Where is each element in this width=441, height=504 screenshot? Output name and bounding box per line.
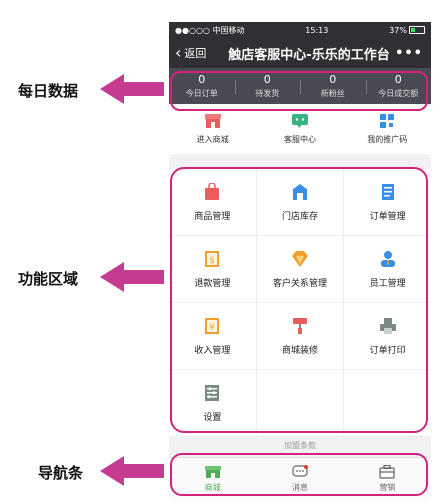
page-title: 触店客服中心-乐乐的工作台 <box>228 47 390 63</box>
annotation-daily-data-label: 每日数据 <box>18 82 79 100</box>
annotation-arrow <box>100 74 164 104</box>
back-button[interactable]: ‹ 返回 <box>175 45 206 61</box>
quick-link-store[interactable]: 进入商城 <box>169 104 256 154</box>
function-area-highlight <box>170 167 428 433</box>
annotation-arrow <box>100 262 164 292</box>
battery-label: 37% <box>389 25 407 35</box>
daily-data-highlight <box>170 71 428 111</box>
title-bar: ‹ 返回 触店客服中心-乐乐的工作台 ••• <box>169 38 431 68</box>
carrier-label: ●●○○○ 中国移动 <box>175 25 245 35</box>
status-bar: ●●○○○ 中国移动 15:13 37% <box>169 22 431 38</box>
more-menu-button[interactable]: ••• <box>395 46 423 61</box>
store-icon <box>204 114 221 128</box>
annotation-nav-bar-label: 导航条 <box>38 464 84 482</box>
qr-code-icon <box>380 114 395 128</box>
nav-bar-highlight <box>170 453 428 496</box>
annotation-arrow <box>100 456 164 486</box>
quick-link-label: 客服中心 <box>283 135 316 144</box>
annotation-function-area-label: 功能区域 <box>18 270 79 288</box>
quick-link-service[interactable]: 客服中心 <box>256 104 343 154</box>
battery-icon <box>408 26 425 34</box>
chat-icon <box>291 114 308 128</box>
time-label: 15:13 <box>305 25 329 35</box>
quick-link-qr[interactable]: 我的推广码 <box>344 104 431 154</box>
quick-links: 进入商城 客服中心 我的推广码 <box>169 104 431 154</box>
battery-indicator: 37% <box>389 26 425 35</box>
chevron-left-icon: ‹ <box>175 43 182 62</box>
quick-link-label: 进入商城 <box>196 135 229 144</box>
back-label: 返回 <box>184 47 207 60</box>
quick-link-label: 我的推广码 <box>367 135 408 144</box>
